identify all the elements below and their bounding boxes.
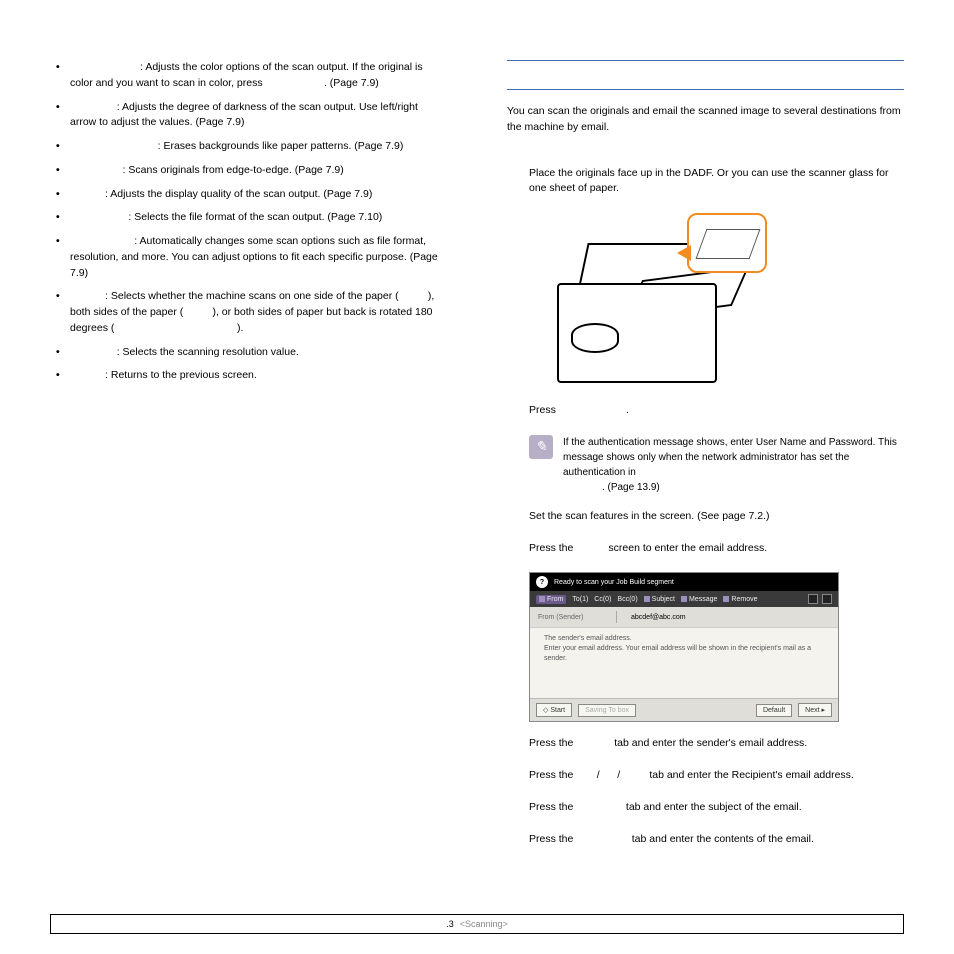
option-file-format: __________: Selects the file format of t… [70, 210, 447, 226]
hint-line-1: The sender's email address. [544, 634, 826, 644]
tab-icon [723, 596, 729, 602]
step-text: Place the originals face up in the DADF.… [529, 167, 889, 195]
ui-tabbar: From To(1) Cc(0) Bcc(0) Subject Message … [530, 591, 838, 607]
tab-label: To(1) [572, 596, 588, 603]
callout-paper-icon [696, 229, 761, 259]
step-text: tab and enter the sender's email address… [614, 737, 807, 749]
tab-remove[interactable]: Remove [723, 596, 757, 603]
start-button[interactable]: ◇ Start [536, 703, 572, 717]
ui-footer: ◇ Start Saving To box Default Next ▸ [530, 698, 838, 721]
email-ui-screenshot: ? Ready to scan your Job Build segment F… [529, 572, 839, 722]
step-text: Set the scan features in the screen. (Se… [529, 510, 769, 522]
tab-to[interactable]: To(1) [572, 596, 588, 603]
option-back: ______: Returns to the previous screen. [70, 368, 447, 384]
page-number: .3 [446, 919, 454, 929]
note-icon: ✎ [529, 435, 553, 459]
step-text: Press the [529, 801, 573, 813]
tab-label: Bcc(0) [617, 596, 637, 603]
note-body: If the authentication message shows, ent… [563, 437, 897, 478]
step-text: . [626, 404, 629, 416]
scroll-right-icon[interactable] [822, 594, 832, 604]
tab-message[interactable]: Message [681, 596, 717, 603]
tab-label: Remove [731, 596, 757, 603]
default-button[interactable]: Default [756, 704, 792, 717]
step-1: Place the originals face up in the DADF.… [507, 166, 904, 198]
option-text: : Selects whether the machine scans on o… [105, 290, 399, 302]
step-text: Press [529, 404, 556, 416]
step-3: Set the scan features in the screen. (Se… [507, 509, 904, 525]
ui-from-row: From (Sender) abcdef@abc.com [530, 607, 838, 628]
ui-hint-area: The sender's email address. Enter your e… [530, 628, 838, 698]
tab-label: From [547, 596, 563, 603]
divider [616, 611, 617, 623]
step-2: Press ___________ . [507, 403, 904, 419]
step-4: Press the _____ screen to enter the emai… [507, 541, 904, 557]
options-list: ____________: Adjusts the color options … [50, 60, 447, 384]
saving-to-box-button[interactable]: Saving To box [578, 704, 636, 717]
printer-illustration [547, 213, 767, 393]
option-text: : Erases backgrounds like paper patterns… [158, 140, 404, 152]
tab-icon [644, 596, 650, 602]
step-text: tab and enter the contents of the email. [632, 833, 814, 845]
option-color-mode: ____________: Adjusts the color options … [70, 60, 447, 92]
step-text: Press the [529, 833, 573, 845]
option-edge-scan: _________: Scans originals from edge-to-… [70, 163, 447, 179]
option-text: : Scans originals from edge-to-edge. (Pa… [123, 164, 344, 176]
note-tail: . (Page 13.9) [602, 482, 660, 493]
step-5: Press the ______ tab and enter the sende… [507, 736, 904, 752]
option-text: : Adjusts the degree of darkness of the … [70, 101, 418, 129]
step-8: Press the _________ tab and enter the co… [507, 832, 904, 848]
option-text: : Selects the scanning resolution value. [117, 346, 299, 358]
tab-subject[interactable]: Subject [644, 596, 675, 603]
step-7: Press the ________ tab and enter the sub… [507, 800, 904, 816]
option-auto: ___________: Automatically changes some … [70, 234, 447, 281]
ui-header: ? Ready to scan your Job Build segment [530, 573, 838, 591]
next-button[interactable]: Next ▸ [798, 703, 832, 717]
left-column: ____________: Adjusts the color options … [50, 60, 457, 860]
option-text: : Returns to the previous screen. [105, 369, 257, 381]
help-icon[interactable]: ? [536, 576, 548, 588]
step-6: Press the ___ / __ / ____ tab and enter … [507, 768, 904, 784]
hint-line-2: Enter your email address. Your email add… [544, 644, 826, 664]
section-rule [507, 89, 904, 90]
section-intro: You can scan the originals and email the… [507, 104, 904, 136]
scroll-left-icon[interactable] [808, 594, 818, 604]
tab-icon [539, 596, 545, 602]
step-text: tab and enter the subject of the email. [626, 801, 802, 813]
option-resolution: ________: Selects the scanning resolutio… [70, 345, 447, 361]
note-text: If the authentication message shows, ent… [563, 435, 904, 495]
tab-label: Message [689, 596, 717, 603]
step-text: screen to enter the email address. [608, 542, 767, 554]
tab-cc[interactable]: Cc(0) [594, 596, 611, 603]
tab-icon [681, 596, 687, 602]
page-footer: .3 <Scanning> [50, 914, 904, 934]
option-erase-bg: _______________: Erases backgrounds like… [70, 139, 447, 155]
tab-bcc[interactable]: Bcc(0) [617, 596, 637, 603]
step-text: Press the [529, 769, 573, 781]
step-text: tab and enter the Recipient's email addr… [649, 769, 854, 781]
right-column: You can scan the originals and email the… [497, 60, 904, 860]
printer-panel [571, 323, 619, 353]
step-slash: / [597, 769, 600, 781]
option-quality: ______: Adjusts the display quality of t… [70, 187, 447, 203]
note-authentication: ✎ If the authentication message shows, e… [529, 435, 904, 495]
ui-header-title: Ready to scan your Job Build segment [554, 579, 674, 586]
tab-label: Subject [652, 596, 675, 603]
option-darkness: ________: Adjusts the degree of darkness… [70, 100, 447, 132]
from-address-field[interactable]: abcdef@abc.com [631, 614, 686, 621]
option-text: : Adjusts the display quality of the sca… [105, 188, 372, 200]
option-tail: ). [237, 322, 243, 334]
option-tail: . (Page 7.9) [324, 77, 379, 89]
callout-bubble [687, 213, 767, 273]
option-duplex: ______: Selects whether the machine scan… [70, 289, 447, 336]
tab-label: Cc(0) [594, 596, 611, 603]
step-slash: / [617, 769, 620, 781]
option-text: : Selects the file format of the scan ou… [128, 211, 382, 223]
from-label: From (Sender) [538, 614, 608, 621]
tab-from[interactable]: From [536, 595, 566, 604]
section-rule [507, 60, 904, 61]
step-text: Press the [529, 542, 573, 554]
step-text: Press the [529, 737, 573, 749]
page-section: <Scanning> [460, 919, 508, 929]
